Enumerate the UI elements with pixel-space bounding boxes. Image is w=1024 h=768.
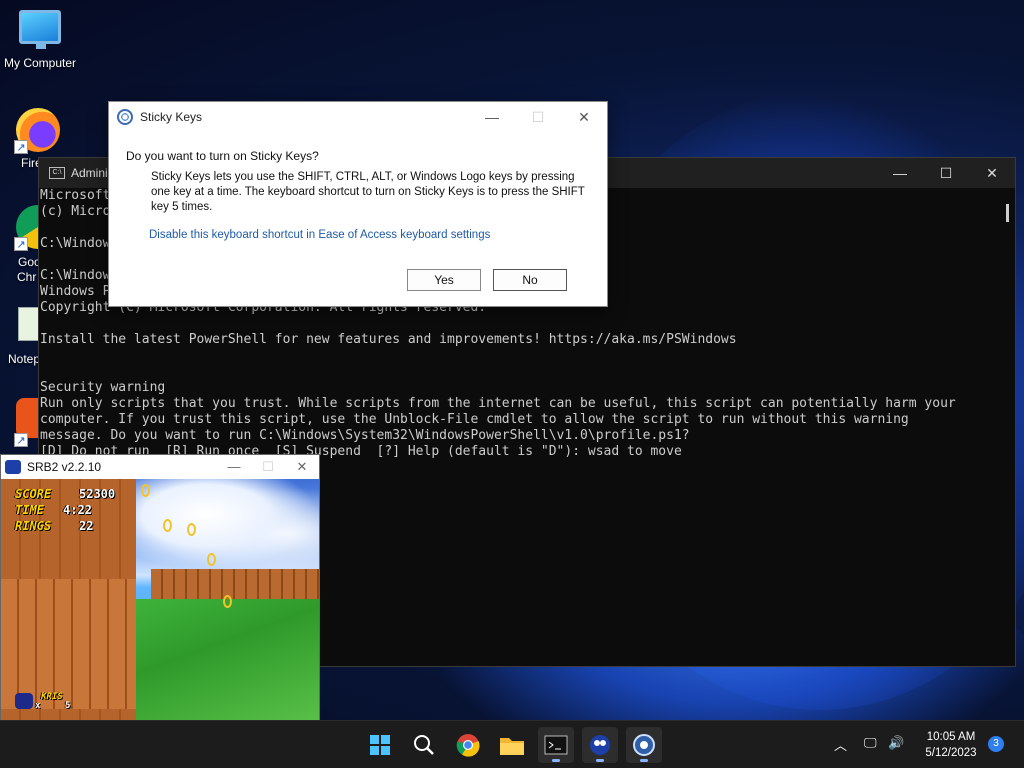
close-button[interactable]: ✕ [969, 165, 1015, 182]
volume-icon[interactable]: 🔊 [888, 735, 904, 751]
minimize-button[interactable]: — [877, 165, 923, 182]
ring-icon [207, 553, 216, 566]
terminal-line: Run only scripts that you trust. While s… [40, 396, 956, 411]
taskbar-sticky-keys[interactable] [626, 727, 662, 763]
file-explorer-icon [500, 738, 524, 755]
clock-time: 10:05 AM [926, 731, 976, 743]
maximize-button: ☐ [531, 108, 545, 125]
terminal-title: Admini [71, 166, 108, 180]
shortcut-arrow-icon: ↗ [14, 237, 28, 251]
hud-rings-label: RINGS [15, 519, 52, 533]
lives-icon [15, 693, 33, 709]
srb2-icon [590, 735, 610, 755]
game-clouds [131, 479, 319, 569]
ring-icon [223, 595, 232, 608]
desktop-icon-label: My Computer [3, 56, 77, 70]
terminal-scrollbar[interactable] [1006, 204, 1009, 222]
srb2-title-icon [5, 460, 21, 474]
hud-rings-value: 22 [79, 519, 94, 533]
taskbar: ︿ 🖵 🔊 10:05 AM 5/12/2023 3 [0, 720, 1024, 768]
dialog-question: Do you want to turn on Sticky Keys? [126, 149, 319, 163]
maximize-button[interactable]: ☐ [923, 165, 969, 182]
taskbar-terminal[interactable] [538, 727, 574, 763]
shortcut-arrow-icon: ↗ [14, 140, 28, 154]
terminal-line: Install the latest PowerShell for new fe… [40, 332, 737, 347]
hud-lives-x: x [35, 701, 41, 711]
hud-time-value: 4:22 [63, 503, 92, 517]
terminal-line: Security warning [40, 380, 166, 395]
minimize-button[interactable]: — [217, 459, 251, 475]
hud-score-label: SCORE [15, 487, 52, 501]
desktop-icon-label: Notep [8, 352, 41, 366]
terminal-line: message. Do you want to run C:\Windows\S… [40, 428, 690, 443]
close-button[interactable]: ✕ [561, 109, 607, 126]
start-icon [370, 735, 390, 755]
no-button[interactable]: No [493, 269, 567, 291]
game-grass [136, 599, 319, 720]
dialog-body-text: Sticky Keys lets you use the SHIFT, CTRL… [151, 171, 585, 213]
monitor-icon [19, 10, 61, 49]
chrome-icon [456, 734, 480, 757]
taskbar-file-explorer[interactable] [494, 727, 530, 763]
start-button[interactable] [362, 727, 398, 763]
sticky-keys-icon [633, 734, 655, 756]
taskbar-chrome[interactable] [450, 727, 486, 763]
chevron-up-icon[interactable]: ︿ [834, 735, 847, 754]
hud-score-value: 52300 [79, 487, 116, 501]
ring-icon [187, 523, 196, 536]
search-button[interactable] [406, 727, 442, 763]
clock-date: 5/12/2023 [925, 747, 977, 759]
terminal-title-icon: C:\ [49, 167, 65, 179]
hud-lives-name: KRIS [41, 692, 63, 702]
search-icon [414, 735, 434, 755]
close-button[interactable]: ✕ [285, 459, 319, 475]
ring-icon [141, 484, 150, 497]
notification-badge[interactable]: 3 [988, 736, 1004, 752]
yes-button[interactable]: Yes [407, 269, 481, 291]
disable-shortcut-link[interactable]: Disable this keyboard shortcut in Ease o… [149, 229, 490, 241]
game-wall-front [1, 579, 136, 709]
minimize-button[interactable]: — [469, 109, 515, 126]
hud-time-label: TIME [15, 503, 44, 517]
terminal-icon [544, 735, 568, 755]
taskbar-srb2[interactable] [582, 727, 618, 763]
ease-of-access-icon [117, 109, 133, 125]
dialog-titlebar[interactable]: Sticky Keys — ☐ ✕ [109, 102, 607, 132]
dialog-title: Sticky Keys [140, 110, 203, 124]
game-title: SRB2 v2.2.10 [27, 460, 102, 474]
maximize-button: ☐ [262, 459, 274, 474]
game-viewport[interactable]: SCORE 52300 TIME 4:22 RINGS 22 KRIS x 5 [1, 479, 319, 720]
hud-lives-value: 5 [65, 701, 71, 711]
sticky-keys-dialog[interactable]: Sticky Keys — ☐ ✕ Do you want to turn on… [108, 101, 608, 307]
desktop-icon-label: Chr [17, 270, 37, 284]
terminal-line: computer. If you trust this script, use … [40, 412, 909, 427]
notepad-icon[interactable] [18, 307, 40, 341]
desktop-icon-my-computer[interactable]: My Computer [0, 10, 80, 70]
taskbar-clock[interactable]: 10:05 AM 5/12/2023 [914, 729, 988, 761]
srb2-game-window[interactable]: SRB2 v2.2.10 — ☐ ✕ SCORE 52300 TIME 4:22… [0, 454, 320, 720]
ring-icon [163, 519, 172, 532]
network-icon[interactable]: 🖵 [864, 735, 877, 751]
shortcut-arrow-icon: ↗ [14, 433, 28, 447]
game-titlebar[interactable]: SRB2 v2.2.10 — ☐ ✕ [1, 455, 319, 479]
